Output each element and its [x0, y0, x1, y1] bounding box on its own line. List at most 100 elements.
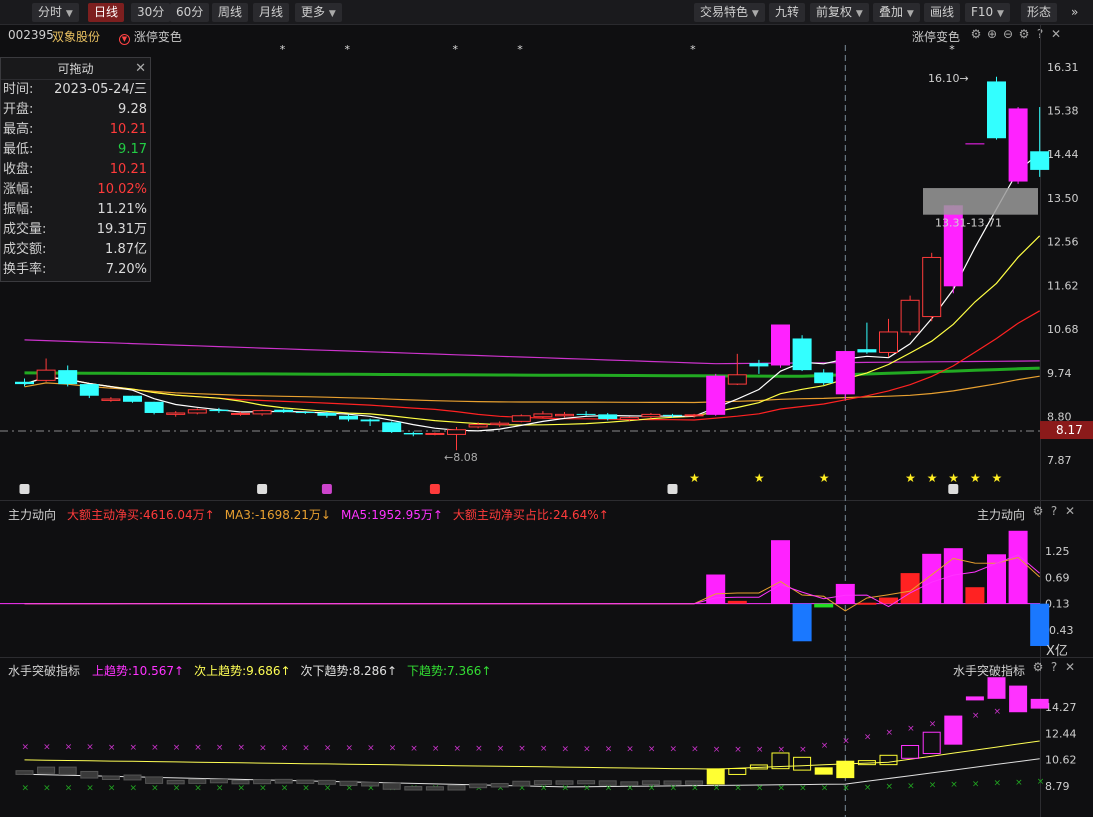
breakout-box [922, 731, 941, 755]
breakout-box [706, 768, 725, 785]
help-icon[interactable]: ? [1046, 660, 1062, 674]
up-trend-mark: × [994, 707, 1002, 717]
legend-item: 下趋势:7.366↑ [407, 664, 492, 678]
asterisk-marker: * [280, 43, 286, 56]
info-key: 涨幅: [3, 182, 34, 197]
candle-body [468, 424, 488, 428]
down-trend-mark: × [259, 784, 267, 794]
breakout-box [425, 786, 444, 791]
breakout-box [598, 780, 617, 786]
down-trend-mark: × [281, 784, 289, 794]
breakout-box [490, 783, 509, 788]
up-trend-mark: × [216, 743, 224, 753]
signal-box [257, 484, 268, 494]
down-trend-mark: × [583, 784, 591, 794]
current-price-label: 8.17 [1056, 423, 1083, 437]
close-icon[interactable]: ✕ [1062, 660, 1078, 674]
up-trend-mark: × [475, 744, 483, 754]
chart-canvas[interactable]: 16.31 15.38 14.44 13.50 12.56 11.62 10.68 9.74 8… [0, 0, 1093, 817]
info-value: 1.87亿 [105, 242, 147, 257]
legend-item: MA3:-1698.21万↓ [224, 508, 331, 522]
up-trend-mark: × [713, 745, 721, 755]
panel3-legend: 上趋势:10.567↑ 次上趋势:9.686↑ 次下趋势:8.286↑ 下趋势:7.3… [92, 662, 501, 679]
breakout-box [15, 770, 34, 775]
signal-box [948, 484, 959, 494]
down-trend-mark: × [173, 784, 181, 794]
breakout-box [404, 786, 423, 791]
down-trend-mark: × [108, 784, 116, 794]
up-trend-mark: × [22, 742, 30, 752]
down-trend-mark: × [151, 784, 159, 794]
star-marker: ★ [992, 471, 1003, 485]
up-trend-mark: × [432, 744, 440, 754]
info-rows: 时间: 2023-05-24/三 开盘: 9.28 最高: 10.21 最低: 9.17 收盘:… [1, 80, 150, 280]
info-value: 9.28 [118, 102, 147, 117]
panel3-right-title: 水手突破指标 [953, 664, 1026, 678]
info-row: 最高: 10.21 [1, 120, 150, 140]
down-trend-mark: × [65, 784, 73, 794]
candle-body [879, 331, 898, 353]
flow-bar [943, 548, 963, 604]
candle-body [857, 349, 877, 353]
star-marker: ★ [970, 471, 981, 485]
gear-icon[interactable]: ⚙ [1030, 660, 1046, 674]
down-trend-mark: × [821, 784, 829, 794]
info-key: 换手率: [3, 262, 47, 277]
info-value: 10.02% [97, 182, 147, 197]
up-trend-mark: × [151, 743, 159, 753]
up-trend-mark: × [929, 720, 937, 730]
ma60-line [24, 375, 1040, 404]
info-box-header[interactable]: 可拖动 ✕ [1, 58, 150, 80]
info-value: 10.21 [109, 122, 147, 137]
gear-icon[interactable]: ⚙ [1030, 504, 1046, 518]
info-key: 开盘: [3, 102, 34, 117]
resistance-zone [923, 188, 1038, 215]
breakout-box [512, 780, 531, 787]
flow-bar [792, 603, 812, 642]
candle-body [382, 422, 402, 433]
breakout-box [145, 776, 164, 784]
y-tick-label: 7.87 [1047, 454, 1072, 467]
candle-body [58, 370, 78, 385]
candle-body [771, 324, 790, 366]
down-trend-mark: × [670, 784, 678, 794]
breakout-box [58, 766, 77, 775]
y-tick-label: -0.43 [1045, 624, 1073, 637]
close-icon[interactable]: ✕ [135, 58, 146, 80]
breakout-box [533, 780, 552, 786]
breakout-box [296, 779, 315, 784]
close-icon[interactable]: ✕ [1062, 504, 1078, 518]
asterisk-marker: * [517, 43, 523, 56]
info-box[interactable]: 可拖动 ✕ 时间: 2023-05-24/三 开盘: 9.28 最高: 10.21 最低: 9… [0, 57, 151, 282]
candle-body [641, 413, 661, 418]
help-icon[interactable]: ? [1046, 504, 1062, 518]
down-trend-mark: × [756, 784, 764, 794]
down-trend-mark: × [1037, 777, 1045, 787]
candle-body [425, 432, 445, 435]
up-trend-mark: × [886, 728, 894, 738]
y-tick-label: 13.50 [1047, 192, 1079, 205]
flow-bar [814, 603, 834, 608]
down-trend-mark: × [86, 784, 94, 794]
low-label: ←8.08 [444, 451, 478, 464]
flow-bar [727, 600, 747, 604]
info-value: 11.21% [97, 202, 147, 217]
down-trend-mark: × [994, 779, 1002, 789]
down-trend-mark: × [238, 784, 246, 794]
legend-item: 次下趋势:8.286↑ [300, 664, 397, 678]
candle-body [900, 299, 920, 333]
candle-body [209, 409, 229, 412]
breakout-box [965, 696, 984, 701]
breakout-box [728, 768, 747, 775]
legend-item: 上趋势:10.567↑ [92, 664, 185, 678]
y-tick-label: 10.68 [1047, 323, 1079, 336]
down-trend-mark: × [972, 779, 980, 789]
up-trend-mark: × [367, 744, 375, 754]
candle-body [274, 409, 294, 413]
breakout-box [274, 778, 293, 784]
breakout-box [382, 782, 401, 790]
breakout-box [641, 780, 660, 786]
breakout-box [166, 779, 185, 785]
info-row: 开盘: 9.28 [1, 100, 150, 120]
candle-body [814, 372, 834, 384]
